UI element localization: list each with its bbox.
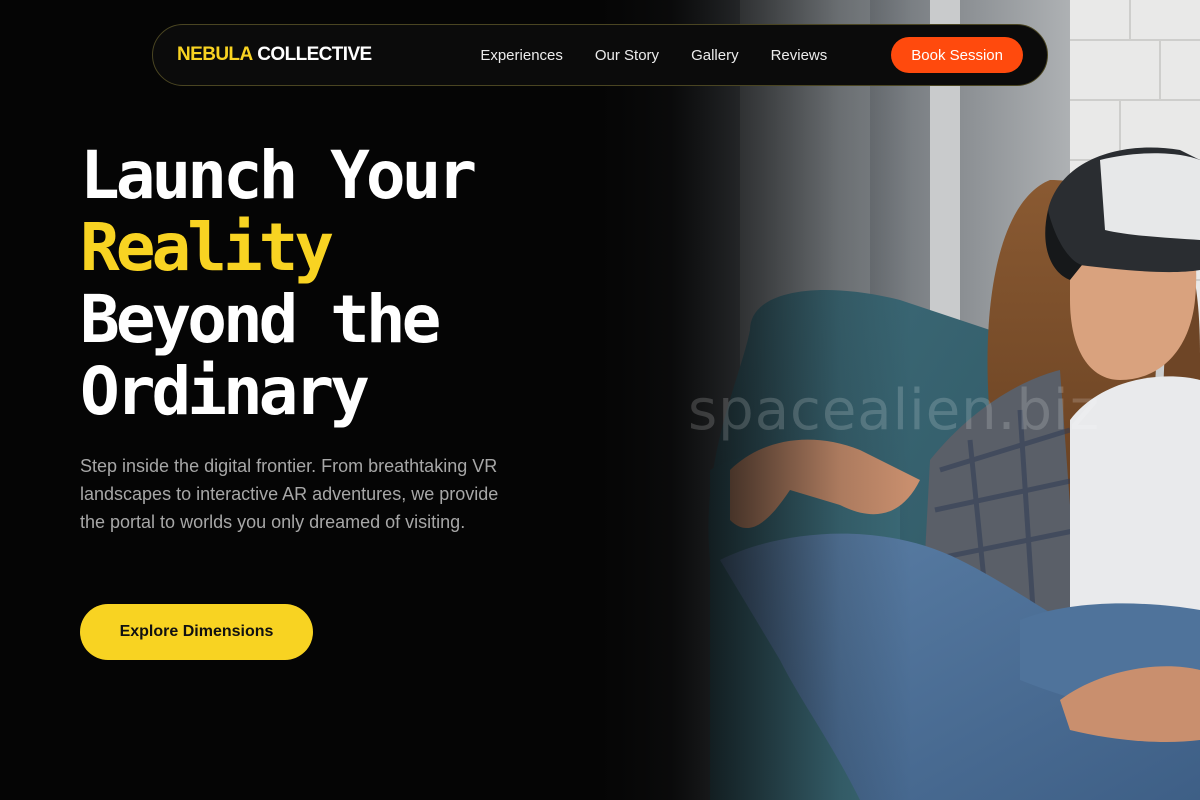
- brand-rest: COLLECTIVE: [257, 44, 372, 65]
- hero-subcopy: Step inside the digital frontier. From b…: [80, 456, 499, 532]
- nav-link-gallery[interactable]: Gallery: [691, 47, 739, 64]
- book-session-button[interactable]: Book Session: [891, 37, 1023, 73]
- headline-line-4: Ordinary: [80, 353, 370, 430]
- nav-links: Experiences Our Story Gallery Reviews Bo…: [480, 37, 1023, 73]
- landing-page: spacealien.biz NEBULA COLLECTIVE Experie…: [0, 0, 1200, 800]
- explore-dimensions-button[interactable]: Explore Dimensions: [80, 604, 313, 660]
- brand-accent: NEBULA: [177, 44, 253, 65]
- nav-link-our-story[interactable]: Our Story: [595, 47, 659, 64]
- headline-line-3: Beyond the: [80, 281, 441, 358]
- nav-link-experiences[interactable]: Experiences: [480, 47, 563, 64]
- nav-link-reviews[interactable]: Reviews: [771, 47, 828, 64]
- photo-watermark: spacealien.biz: [688, 378, 1100, 443]
- headline-line-1: Launch Your: [80, 137, 477, 214]
- brand-logo[interactable]: NEBULA COLLECTIVE: [177, 44, 372, 66]
- headline-accent: Reality: [80, 209, 334, 286]
- hero-headline: Launch Your Reality Beyond the Ordinary: [80, 137, 477, 430]
- navbar: NEBULA COLLECTIVE Experiences Our Story …: [152, 24, 1048, 86]
